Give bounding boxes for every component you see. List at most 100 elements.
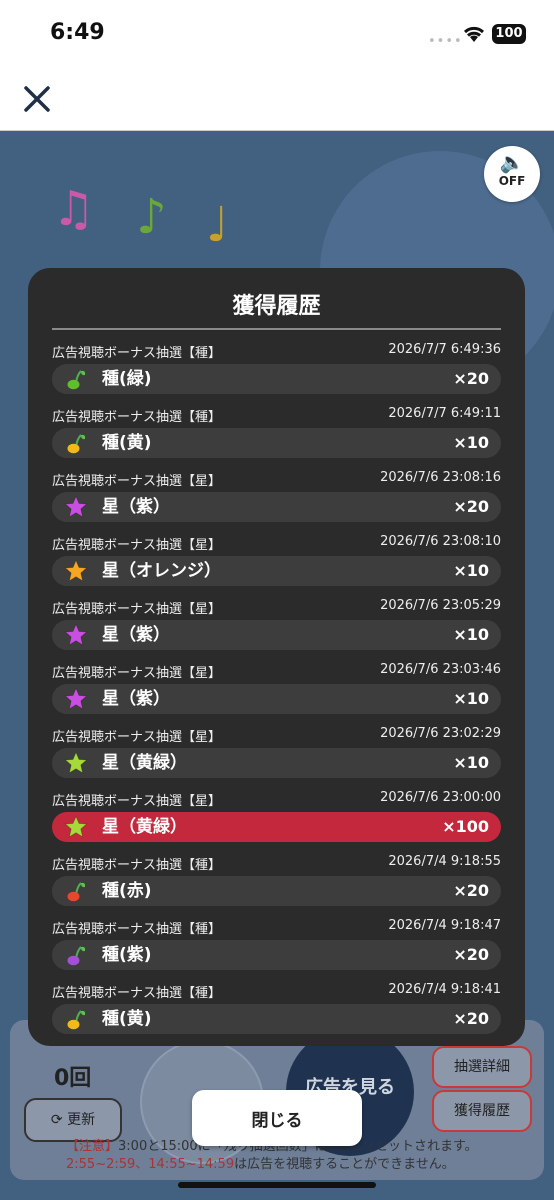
star-purple-icon <box>64 687 88 710</box>
close-button[interactable]: 閉じる <box>192 1090 362 1146</box>
entry-item-qty: ×10 <box>453 433 489 452</box>
lottery-details-button[interactable]: 抽選詳細 <box>432 1046 532 1088</box>
entry-item-name: 星（黄緑） <box>102 817 187 837</box>
modal-title: 獲得履歴 <box>232 294 321 319</box>
entry-item-bar: 種(黄) ×20 <box>52 1004 501 1034</box>
entry-item-qty: ×20 <box>453 497 489 516</box>
entry-item-bar: 星（黄緑） ×10 <box>52 748 501 778</box>
history-entry: 広告視聴ボーナス抽選【種】 2026/7/4 9:18:47 種(紫) ×20 <box>52 918 501 982</box>
entry-source: 広告視聴ボーナス抽選【種】 <box>52 410 222 425</box>
entry-source: 広告視聴ボーナス抽選【星】 <box>52 794 222 809</box>
entry-item-qty: ×10 <box>453 625 489 644</box>
seed-yellow-icon <box>67 1010 86 1030</box>
home-indicator <box>178 1182 376 1188</box>
history-entry: 広告視聴ボーナス抽選【星】 2026/7/6 23:03:46 星（紫） ×10 <box>52 662 501 726</box>
entry-item-qty: ×10 <box>453 753 489 772</box>
history-entry: 広告視聴ボーナス抽選【星】 2026/7/6 23:08:10 星（オレンジ） ×10 <box>52 534 501 598</box>
refresh-label: 更新 <box>67 1112 96 1128</box>
wifi-icon <box>463 26 485 42</box>
star-orange-icon <box>64 559 88 582</box>
status-time: 6:49 <box>50 20 105 45</box>
battery-icon: 100 <box>492 24 526 44</box>
history-entry: 広告視聴ボーナス抽選【星】 2026/7/6 23:08:16 星（紫） ×20 <box>52 470 501 534</box>
entry-date: 2026/7/7 6:49:36 <box>388 342 501 357</box>
seed-purple-icon <box>67 946 86 966</box>
star-purple-icon <box>64 495 88 518</box>
title-divider <box>52 328 501 330</box>
entry-item-name: 星（紫） <box>102 497 170 517</box>
entry-item-qty: ×20 <box>453 1009 489 1028</box>
star-yellowgreen-icon <box>64 751 88 774</box>
entry-source: 広告視聴ボーナス抽選【星】 <box>52 538 222 553</box>
entry-item-qty: ×20 <box>453 369 489 388</box>
notice-head: 【注意】 <box>66 1139 119 1154</box>
close-icon[interactable] <box>20 82 54 116</box>
entry-source: 広告視聴ボーナス抽選【星】 <box>52 730 222 745</box>
star-yellowgreen-icon <box>64 815 88 838</box>
entry-item-qty: ×10 <box>453 561 489 580</box>
entry-source: 広告視聴ボーナス抽選【種】 <box>52 858 222 873</box>
speaker-icon: 🔈 <box>499 150 525 174</box>
entry-date: 2026/7/6 23:08:16 <box>380 470 501 485</box>
music-note-icon: ♩ <box>206 197 229 253</box>
notice-tail: は広告を視聴することができません。 <box>234 1157 455 1172</box>
star-purple-icon <box>64 623 88 646</box>
nav-bar <box>0 70 554 131</box>
history-entry: 広告視聴ボーナス抽選【種】 2026/7/4 9:18:41 種(黄) ×20 <box>52 982 501 1046</box>
entry-item-name: 種(黄) <box>102 433 152 453</box>
entry-item-name: 種(紫) <box>102 945 152 965</box>
refresh-button[interactable]: ⟳ 更新 <box>24 1098 122 1142</box>
entry-item-bar: 星（紫） ×10 <box>52 620 501 650</box>
entry-date: 2026/7/6 23:03:46 <box>380 662 501 677</box>
entry-item-name: 星（紫） <box>102 625 170 645</box>
entry-source: 広告視聴ボーナス抽選【星】 <box>52 474 222 489</box>
seed-yellow-icon <box>67 434 86 454</box>
notice-times: 2:55~2:59、14:55~14:59 <box>66 1157 235 1172</box>
entry-date: 2026/7/7 6:49:11 <box>388 406 501 421</box>
entry-date: 2026/7/6 23:08:10 <box>380 534 501 549</box>
entry-item-bar: 星（黄緑） ×100 <box>52 812 501 842</box>
entry-item-name: 星（オレンジ） <box>102 561 221 581</box>
entry-item-bar: 星（紫） ×20 <box>52 492 501 522</box>
entry-date: 2026/7/4 9:18:41 <box>388 982 501 997</box>
history-entry: 広告視聴ボーナス抽選【星】 2026/7/6 23:05:29 星（紫） ×10 <box>52 598 501 662</box>
history-entry: 広告視聴ボーナス抽選【種】 2026/7/7 6:49:11 種(黄) ×10 <box>52 406 501 470</box>
entry-source: 広告視聴ボーナス抽選【種】 <box>52 986 222 1001</box>
history-modal: 獲得履歴 広告視聴ボーナス抽選【種】 2026/7/7 6:49:36 種(緑) ×2… <box>28 268 525 1046</box>
seed-green-icon <box>67 370 86 390</box>
entry-date: 2026/7/4 9:18:55 <box>388 854 501 869</box>
entry-item-name: 星（紫） <box>102 689 170 709</box>
music-note-icon: ♪ <box>136 189 167 245</box>
history-entry: 広告視聴ボーナス抽選【星】 2026/7/6 23:00:00 星（黄緑） ×100 <box>52 790 501 854</box>
entry-item-name: 種(赤) <box>102 881 152 901</box>
entry-item-bar: 種(緑) ×20 <box>52 364 501 394</box>
sound-toggle-button[interactable]: 🔈 OFF <box>484 146 540 202</box>
entry-source: 広告視聴ボーナス抽選【種】 <box>52 922 222 937</box>
history-entry: 広告視聴ボーナス抽選【種】 2026/7/4 9:18:55 種(赤) ×20 <box>52 854 501 918</box>
seed-red-icon <box>67 882 86 902</box>
entry-item-bar: 種(赤) ×20 <box>52 876 501 906</box>
signal-icon: •••• <box>428 34 463 49</box>
music-note-icon: ♫ <box>52 181 96 237</box>
history-button[interactable]: 獲得履歴 <box>432 1090 532 1132</box>
entry-item-bar: 星（紫） ×10 <box>52 684 501 714</box>
entry-item-bar: 星（オレンジ） ×10 <box>52 556 501 586</box>
entry-item-qty: ×100 <box>442 817 489 836</box>
entry-source: 広告視聴ボーナス抽選【種】 <box>52 346 222 361</box>
sound-state-label: OFF <box>498 174 526 188</box>
entry-date: 2026/7/6 23:02:29 <box>380 726 501 741</box>
entry-date: 2026/7/6 23:00:00 <box>380 790 501 805</box>
entry-date: 2026/7/6 23:05:29 <box>380 598 501 613</box>
entry-item-name: 星（黄緑） <box>102 753 187 773</box>
history-entry: 広告視聴ボーナス抽選【種】 2026/7/7 6:49:36 種(緑) ×20 <box>52 342 501 406</box>
entry-item-name: 種(緑) <box>102 369 152 389</box>
entry-item-qty: ×10 <box>453 689 489 708</box>
entry-date: 2026/7/4 9:18:47 <box>388 918 501 933</box>
remaining-count: 0回 <box>54 1066 92 1091</box>
entry-item-qty: ×20 <box>453 881 489 900</box>
entry-item-qty: ×20 <box>453 945 489 964</box>
entry-source: 広告視聴ボーナス抽選【星】 <box>52 602 222 617</box>
entry-item-bar: 種(紫) ×20 <box>52 940 501 970</box>
status-bar: 6:49 •••• 100 <box>0 0 554 70</box>
entry-item-bar: 種(黄) ×10 <box>52 428 501 458</box>
